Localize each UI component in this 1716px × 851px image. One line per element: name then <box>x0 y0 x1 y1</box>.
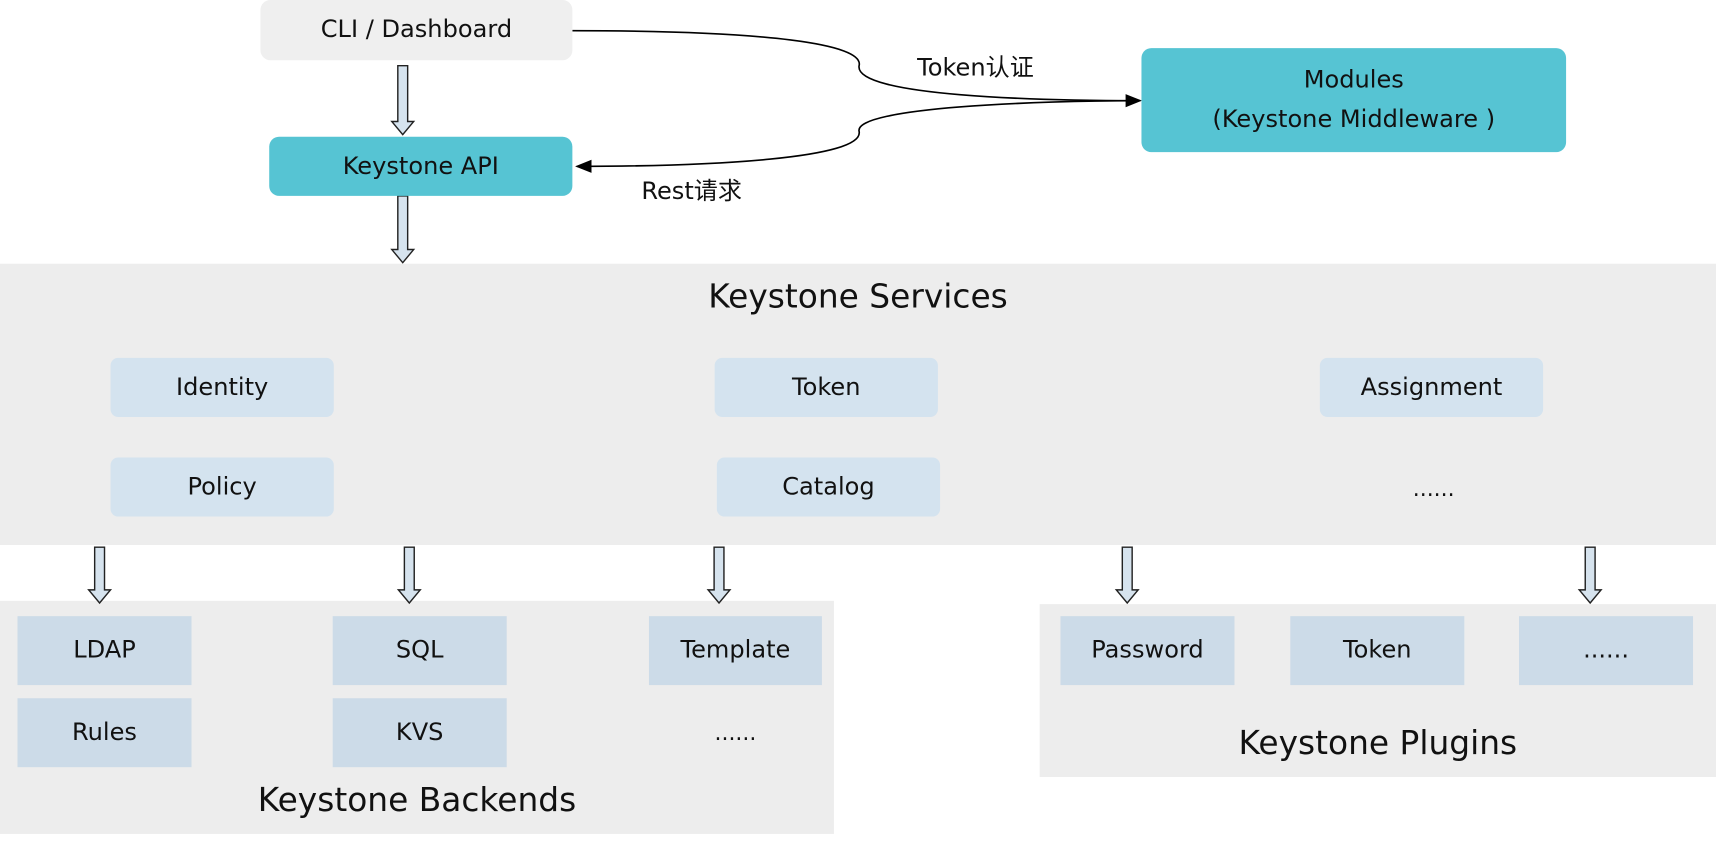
cli-dashboard-box: CLI / Dashboard <box>260 0 573 61</box>
token-auth-arrow <box>572 29 1143 108</box>
plugin-token: Token <box>1290 616 1465 686</box>
down-arrow-icon <box>1114 546 1140 605</box>
backend-template: Template <box>648 616 822 686</box>
backend-rules: Rules <box>17 698 192 768</box>
plugin-more: ...... <box>1519 616 1694 686</box>
service-policy: Policy <box>110 457 334 517</box>
down-arrow-icon <box>87 546 113 605</box>
down-arrow-icon <box>390 195 416 264</box>
backend-kvs: KVS <box>332 698 507 768</box>
keystone-architecture-diagram: CLI / Dashboard Keystone API Modules (Ke… <box>0 0 1716 851</box>
down-arrow-icon <box>396 546 422 605</box>
backend-more: ...... <box>714 719 757 746</box>
service-more: ...... <box>1412 474 1455 502</box>
services-title: Keystone Services <box>708 277 1008 317</box>
service-assignment: Assignment <box>1319 357 1544 417</box>
rest-request-label: Rest请求 <box>641 178 742 206</box>
down-arrow-icon <box>390 64 416 136</box>
backend-ldap: LDAP <box>17 616 192 686</box>
service-token: Token <box>714 357 938 417</box>
down-arrow-icon <box>1577 546 1603 605</box>
down-arrow-icon <box>706 546 732 605</box>
rest-request-arrow <box>575 99 1139 173</box>
modules-box: Modules (Keystone Middleware ) <box>1141 48 1567 153</box>
modules-subtitle: (Keystone Middleware ) <box>1212 105 1496 133</box>
backend-sql: SQL <box>332 616 507 686</box>
keystone-api-box: Keystone API <box>269 136 573 196</box>
backends-title: Keystone Backends <box>257 781 577 820</box>
token-auth-label: Token认证 <box>917 54 1034 83</box>
modules-title: Modules <box>1303 66 1404 94</box>
service-identity: Identity <box>110 357 334 417</box>
plugin-password: Password <box>1060 616 1235 686</box>
plugins-title: Keystone Plugins <box>1238 724 1518 763</box>
service-catalog: Catalog <box>716 457 941 517</box>
